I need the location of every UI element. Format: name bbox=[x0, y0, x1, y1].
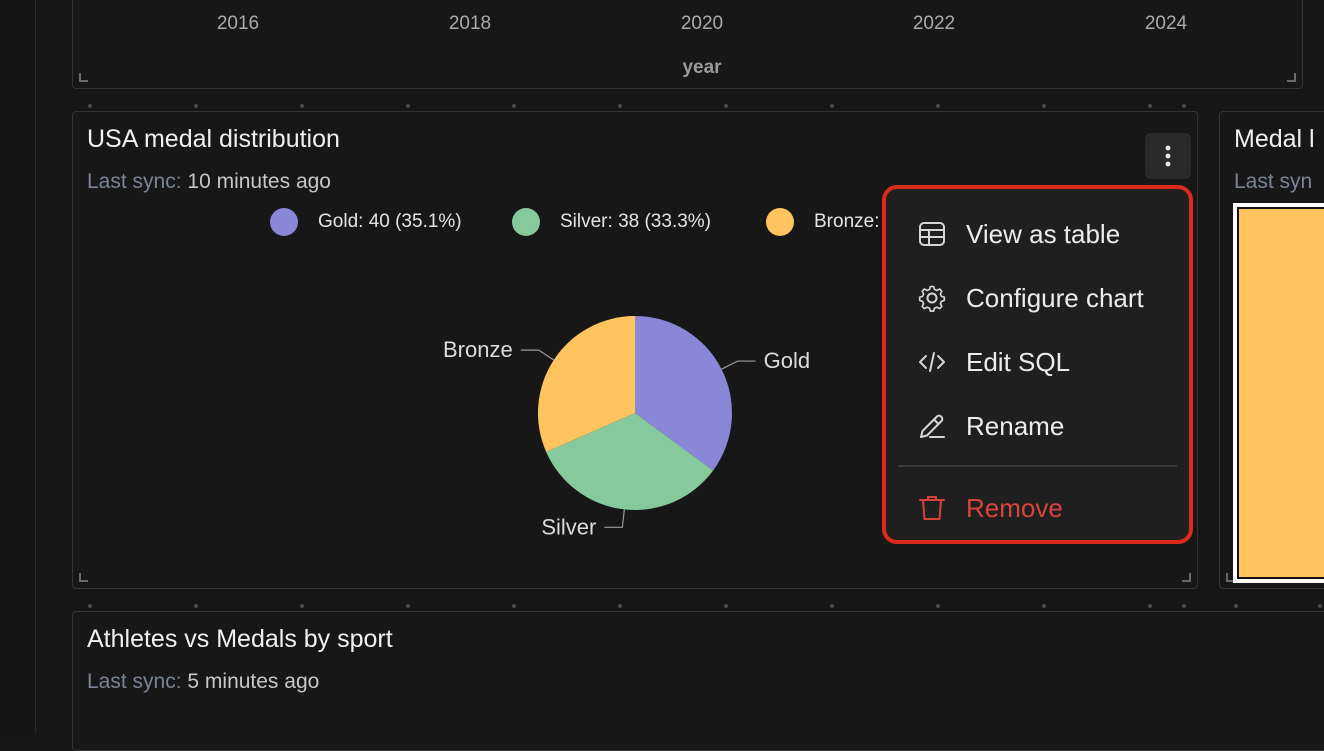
menu-item-view-as-table[interactable]: View as table bbox=[886, 207, 1189, 261]
menu-item-label: Edit SQL bbox=[966, 346, 1071, 377]
legend-dot bbox=[512, 208, 540, 236]
panel-title: Medal l bbox=[1234, 125, 1315, 153]
x-axis-tick: 2018 bbox=[448, 13, 492, 34]
year-chart-panel: 0 2016 2018 2020 2022 2024 year bbox=[72, 0, 1303, 89]
menu-item-configure-chart[interactable]: Configure chart bbox=[886, 271, 1189, 325]
x-axis-label: year bbox=[682, 57, 722, 78]
menu-item-label: View as table bbox=[966, 218, 1121, 249]
trash-icon bbox=[919, 496, 945, 520]
pie-slice-label: Silver bbox=[541, 514, 596, 539]
bar-mark bbox=[1237, 207, 1324, 579]
kebab-icon bbox=[1165, 145, 1171, 167]
panel-title: USA medal distribution bbox=[87, 125, 340, 153]
resize-corner-handle[interactable] bbox=[79, 573, 88, 582]
pie-slice-label: Bronze bbox=[443, 337, 513, 362]
drag-handle-row[interactable] bbox=[88, 104, 1188, 110]
resize-corner-handle[interactable] bbox=[1287, 73, 1296, 82]
legend-text: Bronze: 36 (31.6%) bbox=[814, 211, 890, 232]
panel-title: Athletes vs Medals by sport bbox=[87, 625, 393, 653]
code-icon bbox=[919, 352, 945, 372]
last-sync-label: Last sync: bbox=[87, 670, 182, 693]
menu-item-label: Rename bbox=[966, 410, 1065, 441]
legend-text: Gold: 40 (35.1%) bbox=[318, 211, 462, 232]
panel-menu-button[interactable] bbox=[1145, 133, 1191, 179]
panel-context-menu: View as table Configure chart Edit SQL R… bbox=[882, 185, 1193, 544]
legend-item-gold[interactable]: Gold: 40 (35.1%) bbox=[270, 208, 462, 236]
menu-item-label: Configure chart bbox=[966, 282, 1144, 313]
last-sync-label: Last syn bbox=[1234, 170, 1313, 193]
chart-legend: Gold: 40 (35.1%) Silver: 38 (33.3%) Bron… bbox=[270, 208, 890, 238]
pie-slice-label: Gold bbox=[764, 348, 810, 373]
table-icon bbox=[919, 222, 945, 246]
x-axis-tick: 2016 bbox=[216, 13, 260, 34]
menu-item-label: Remove bbox=[966, 492, 1063, 523]
last-sync-label: Last sync: bbox=[87, 170, 182, 193]
athletes-medals-panel: Athletes vs Medals by sport Last sync: 5… bbox=[72, 611, 1324, 751]
legend-dot bbox=[270, 208, 298, 236]
legend-text: Silver: 38 (33.3%) bbox=[560, 211, 712, 232]
pie-leader-line bbox=[721, 360, 756, 370]
pie-leader-line bbox=[520, 349, 555, 361]
y-axis-tick: 0 bbox=[96, 0, 104, 1]
menu-item-remove[interactable]: Remove bbox=[886, 481, 1189, 535]
pie-leader-line bbox=[604, 509, 625, 528]
pie-chart: Gold Silver Bronze bbox=[443, 316, 810, 539]
gear-icon bbox=[918, 285, 946, 312]
menu-item-rename[interactable]: Rename bbox=[886, 399, 1189, 453]
menu-item-edit-sql[interactable]: Edit SQL bbox=[886, 335, 1189, 389]
x-axis-tick: 2024 bbox=[1144, 13, 1188, 34]
last-sync-value: 5 minutes ago bbox=[187, 670, 320, 693]
resize-corner-handle[interactable] bbox=[1182, 573, 1191, 582]
legend-dot bbox=[766, 208, 794, 236]
bar-chart-area bbox=[1233, 203, 1324, 583]
left-sidebar-rail bbox=[0, 0, 36, 732]
x-axis-tick: 2020 bbox=[680, 13, 724, 34]
last-sync-text: Last sync: 5 minutes ago bbox=[87, 670, 319, 694]
resize-corner-handle[interactable] bbox=[79, 73, 88, 82]
x-axis-tick: 2022 bbox=[912, 13, 956, 34]
legend-item-bronze[interactable]: Bronze: 36 (31.6%) bbox=[766, 208, 890, 236]
last-sync-value: 10 minutes ago bbox=[187, 170, 331, 193]
drag-handle-row[interactable] bbox=[88, 604, 1324, 610]
pencil-icon bbox=[920, 414, 945, 438]
last-sync-text: Last sync: 10 minutes ago bbox=[87, 170, 331, 194]
last-sync-text: Last syn bbox=[1234, 170, 1312, 194]
legend-item-silver[interactable]: Silver: 38 (33.3%) bbox=[512, 208, 711, 236]
menu-divider bbox=[898, 465, 1177, 467]
